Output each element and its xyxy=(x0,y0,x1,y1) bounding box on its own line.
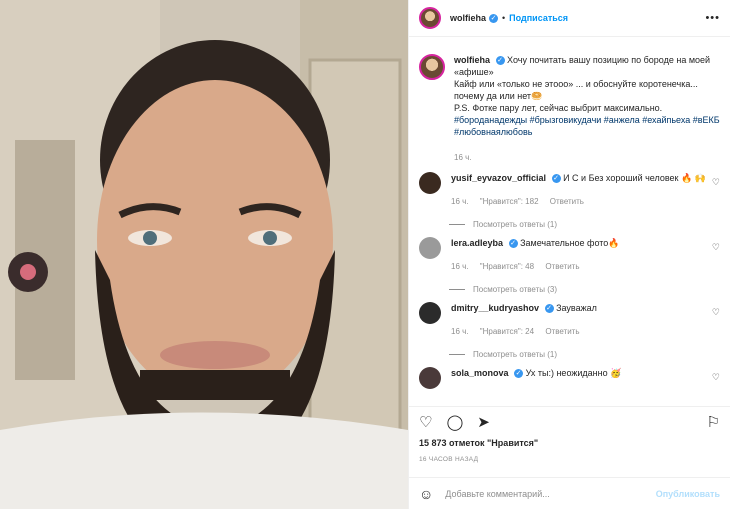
comment-text: Замечательное фото🔥 xyxy=(520,238,620,248)
bookmark-icon[interactable]: ⚐ xyxy=(707,413,720,431)
comment-item: lera.adleyba ✓ Замечательное фото🔥 16 ч.… xyxy=(409,229,730,273)
author-avatar[interactable] xyxy=(419,7,441,29)
post-panel: wolfieha ✓ • Подписаться ••• wolfieha ✓ … xyxy=(408,0,730,509)
verified-icon: ✓ xyxy=(514,369,524,379)
caption-time: 16 ч. xyxy=(454,153,472,162)
caption-line: Хочу почитать вашу позицию по бороде на … xyxy=(454,55,711,77)
caption-hashtags[interactable]: #бороданадежды #брызговикудачи #анжела #… xyxy=(454,115,720,137)
verified-icon: ✓ xyxy=(495,56,505,66)
caption-line: P.S. Фотке пару лет, сейчас выбрит макси… xyxy=(454,103,663,113)
comment-text: И С и Без хороший человек 🔥 🙌 xyxy=(563,173,706,183)
comment-item: dmitry__kudryashov ✓ Зауважал 16 ч. "Нра… xyxy=(409,294,730,338)
heart-icon[interactable]: ♡ xyxy=(712,307,720,318)
post-caption: wolfieha ✓ Хочу почитать вашу позицию по… xyxy=(409,46,730,164)
reply-button[interactable]: Ответить xyxy=(545,327,579,336)
likes-count[interactable]: 15 873 отметок "Нравится" xyxy=(419,438,538,448)
commenter-avatar[interactable] xyxy=(419,367,441,389)
view-replies-label: Посмотреть ответы (3) xyxy=(473,285,558,294)
verified-icon: ✓ xyxy=(544,304,554,314)
commenter-avatar[interactable] xyxy=(419,237,441,259)
smile-icon[interactable]: ☺ xyxy=(419,486,433,502)
verified-icon: ✓ xyxy=(489,13,499,23)
comment-item: sola_monova ✓ Ух ты:) неожиданно 🥳 ♡ xyxy=(409,359,730,389)
heart-icon[interactable]: ♡ xyxy=(419,413,432,431)
post-photo[interactable] xyxy=(0,0,408,509)
comment-input[interactable] xyxy=(445,488,656,499)
comment-time: 16 ч. xyxy=(451,262,469,271)
comment-likes[interactable]: "Нравится": 48 xyxy=(480,262,534,271)
verified-icon: ✓ xyxy=(551,174,561,184)
add-comment-bar: ☺ Опубликовать xyxy=(409,477,730,509)
separator-dot: • xyxy=(502,13,506,23)
view-replies[interactable]: Посмотреть ответы (3) xyxy=(449,285,730,294)
instagram-post: wolfieha ✓ • Подписаться ••• wolfieha ✓ … xyxy=(0,0,730,509)
comment-time: 16 ч. xyxy=(451,327,469,336)
comment-time: 16 ч. xyxy=(451,197,469,206)
comment-icon[interactable]: ◯ xyxy=(446,413,463,431)
reply-button[interactable]: Ответить xyxy=(550,197,584,206)
action-bar: ♡ ◯ ➤ ⚐ xyxy=(409,406,730,436)
view-replies-label: Посмотреть ответы (1) xyxy=(473,350,558,359)
selfie-image xyxy=(0,0,408,509)
comment-text: Ух ты:) неожиданно 🥳 xyxy=(525,368,622,378)
paper-plane-icon[interactable]: ➤ xyxy=(477,413,490,431)
commenter-username[interactable]: yusif_eyvazov_official xyxy=(451,173,546,183)
post-time: 16 ЧАСОВ НАЗАД xyxy=(419,456,479,463)
heart-icon[interactable]: ♡ xyxy=(712,242,720,253)
caption-avatar[interactable] xyxy=(419,54,445,80)
commenter-username[interactable]: dmitry__kudryashov xyxy=(451,303,539,313)
heart-icon[interactable]: ♡ xyxy=(712,372,720,383)
more-options-icon[interactable]: ••• xyxy=(705,12,720,24)
comment-likes[interactable]: "Нравится": 182 xyxy=(480,197,539,206)
commenter-username[interactable]: lera.adleyba xyxy=(451,238,503,248)
caption-username[interactable]: wolfieha xyxy=(454,55,490,65)
view-replies[interactable]: Посмотреть ответы (1) xyxy=(449,220,730,229)
heart-icon[interactable]: ♡ xyxy=(712,177,720,188)
author-username[interactable]: wolfieha xyxy=(450,13,486,23)
commenter-username[interactable]: sola_monova xyxy=(451,368,509,378)
reply-button[interactable]: Ответить xyxy=(545,262,579,271)
follow-button[interactable]: Подписаться xyxy=(509,13,568,23)
publish-button[interactable]: Опубликовать xyxy=(656,489,720,499)
comment-item: yusif_eyvazov_official ✓ И С и Без хорош… xyxy=(409,164,730,208)
verified-icon: ✓ xyxy=(508,239,518,249)
post-header: wolfieha ✓ • Подписаться ••• xyxy=(409,0,730,37)
comment-text: Зауважал xyxy=(556,303,597,313)
commenter-avatar[interactable] xyxy=(419,172,441,194)
view-replies-label: Посмотреть ответы (1) xyxy=(473,220,558,229)
comment-likes[interactable]: "Нравится": 24 xyxy=(480,327,534,336)
view-replies[interactable]: Посмотреть ответы (1) xyxy=(449,350,730,359)
comments-list[interactable]: wolfieha ✓ Хочу почитать вашу позицию по… xyxy=(409,46,730,409)
commenter-avatar[interactable] xyxy=(419,302,441,324)
caption-line: Кайф или «только не этооо» ... и обоснуй… xyxy=(454,79,698,101)
